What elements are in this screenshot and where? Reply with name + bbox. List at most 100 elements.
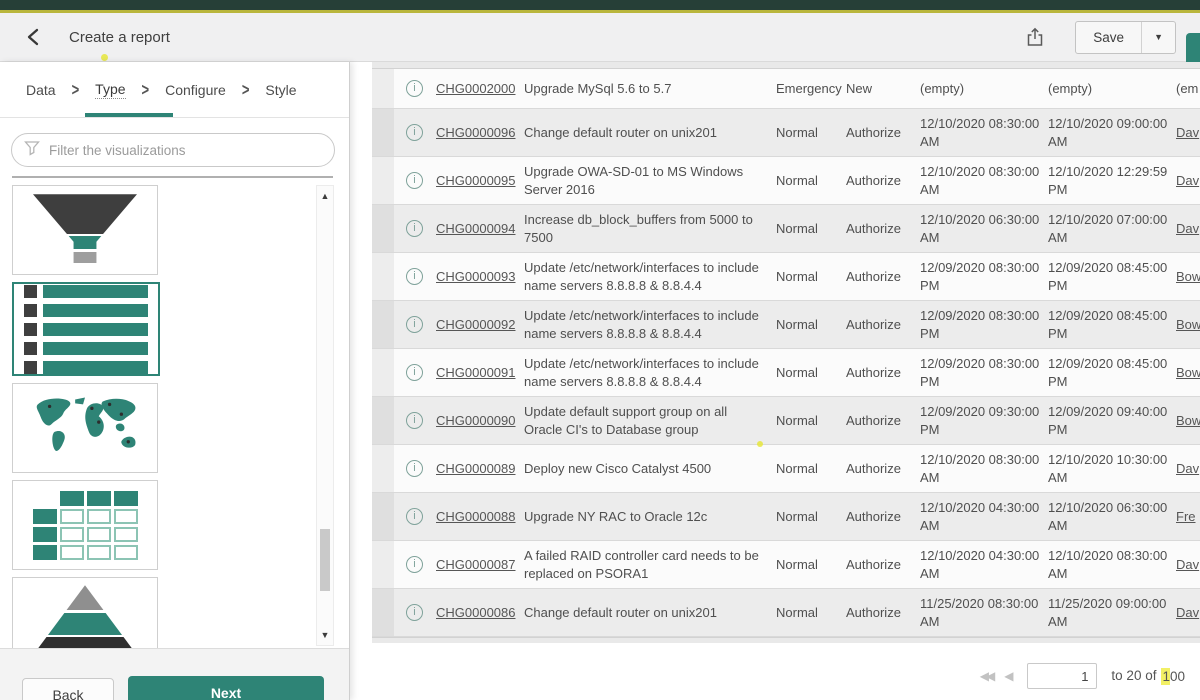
change-number-link[interactable]: CHG0000091 bbox=[436, 360, 524, 386]
change-number-link[interactable]: CHG0000094 bbox=[436, 216, 524, 242]
assigned-to-link[interactable]: Fre bbox=[1176, 504, 1200, 530]
first-page-icon[interactable]: ◀◀ bbox=[980, 669, 992, 683]
state-value: Authorize bbox=[846, 264, 920, 290]
info-icon[interactable]: i bbox=[406, 268, 423, 285]
prev-page-icon[interactable]: ◀ bbox=[1004, 669, 1013, 683]
step-type[interactable]: Type bbox=[95, 81, 125, 99]
short-description: Change default router on unix201 bbox=[524, 600, 776, 626]
change-number-link[interactable]: CHG0000090 bbox=[436, 408, 524, 434]
info-icon[interactable]: i bbox=[406, 508, 423, 525]
report-preview-area: iCHG0002000Upgrade MySql 5.6 to 5.7Emerg… bbox=[350, 62, 1200, 700]
sidebar-scrollbar[interactable]: ▲ ▼ bbox=[316, 185, 334, 646]
table-row: i CHG0000086Change default router on unix… bbox=[372, 589, 1200, 637]
info-cell: i bbox=[394, 124, 436, 141]
click-indicator bbox=[757, 441, 763, 447]
change-number-link[interactable]: CHG0000095 bbox=[436, 168, 524, 194]
info-cell: i bbox=[394, 460, 436, 477]
info-icon[interactable]: i bbox=[406, 556, 423, 573]
scrollbar-thumb[interactable] bbox=[320, 529, 330, 591]
assigned-to-link[interactable]: Dav bbox=[1176, 216, 1200, 242]
info-cell: i bbox=[394, 604, 436, 621]
assigned-to-link[interactable]: Dav bbox=[1176, 552, 1200, 578]
viz-card-pyramid[interactable] bbox=[12, 577, 158, 648]
filter-input[interactable] bbox=[49, 143, 322, 158]
assigned-to-link[interactable]: Dav bbox=[1176, 168, 1200, 194]
info-icon[interactable]: i bbox=[406, 316, 423, 333]
planned-end-date: 12/10/2020 09:00:00 AM bbox=[1048, 111, 1176, 154]
assigned-to-link[interactable]: Bow bbox=[1176, 264, 1200, 290]
change-number-link[interactable]: CHG0000092 bbox=[436, 312, 524, 338]
info-cell: i bbox=[394, 412, 436, 429]
row-left-gutter bbox=[372, 349, 394, 396]
info-cell: i bbox=[394, 508, 436, 525]
priority-value: Normal bbox=[776, 216, 846, 242]
sidebar-divider bbox=[12, 176, 333, 178]
table-row: iCHG0000093Update /etc/network/interface… bbox=[372, 253, 1200, 301]
info-cell: i bbox=[394, 220, 436, 237]
planned-start-date: (empty) bbox=[920, 76, 1048, 102]
planned-start-date: 12/09/2020 08:30:00 PM bbox=[920, 351, 1048, 394]
info-icon[interactable]: i bbox=[406, 412, 423, 429]
info-icon[interactable]: i bbox=[406, 460, 423, 477]
share-icon[interactable] bbox=[1025, 26, 1045, 48]
short-description: Update /etc/network/interfaces to includ… bbox=[524, 303, 776, 346]
assigned-to-link[interactable]: Bow bbox=[1176, 360, 1200, 386]
change-number-link[interactable]: CHG0000089 bbox=[436, 456, 524, 482]
change-number-link[interactable]: CHG0000093 bbox=[436, 264, 524, 290]
info-icon[interactable]: i bbox=[406, 364, 423, 381]
page-number-input[interactable] bbox=[1027, 663, 1097, 689]
planned-start-date: 12/10/2020 08:30:00 AM bbox=[920, 159, 1048, 202]
state-value: Authorize bbox=[846, 600, 920, 626]
change-number-link[interactable]: CHG0000096 bbox=[436, 120, 524, 146]
step-configure[interactable]: Configure bbox=[165, 82, 226, 98]
table-bottom-sliver bbox=[372, 637, 1200, 643]
viz-card-list[interactable] bbox=[12, 282, 160, 376]
short-description: Deploy new Cisco Catalyst 4500 bbox=[524, 456, 776, 482]
list-chart-icon bbox=[24, 285, 148, 374]
assigned-to-link[interactable]: Bow bbox=[1176, 408, 1200, 434]
scroll-up-arrow-icon[interactable]: ▲ bbox=[317, 191, 333, 201]
planned-start-date: 12/10/2020 06:30:00 AM bbox=[920, 207, 1048, 250]
planned-end-date: 12/10/2020 06:30:00 AM bbox=[1048, 495, 1176, 538]
page-title: Create a report bbox=[69, 29, 170, 46]
info-icon[interactable]: i bbox=[406, 124, 423, 141]
row-left-gutter bbox=[372, 109, 394, 156]
priority-value: Normal bbox=[776, 168, 846, 194]
assigned-to-link[interactable]: Dav bbox=[1176, 120, 1200, 146]
change-number-link[interactable]: CHG0000087 bbox=[436, 552, 524, 578]
save-dropdown-caret[interactable]: ▼ bbox=[1141, 22, 1175, 53]
save-button[interactable]: Save bbox=[1076, 22, 1141, 53]
state-value: Authorize bbox=[846, 168, 920, 194]
change-number-link[interactable]: CHG0000088 bbox=[436, 504, 524, 530]
chevron-right-icon: > bbox=[242, 79, 250, 99]
info-icon[interactable]: i bbox=[406, 172, 423, 189]
row-left-gutter bbox=[372, 69, 394, 108]
total-count: 100 bbox=[1161, 668, 1187, 685]
info-icon[interactable]: i bbox=[406, 604, 423, 621]
pyramid-chart-icon bbox=[30, 585, 140, 648]
change-number-link[interactable]: CHG0000086 bbox=[436, 600, 524, 626]
viz-card-funnel[interactable] bbox=[12, 185, 158, 275]
assigned-to-link[interactable]: Dav bbox=[1176, 456, 1200, 482]
scroll-down-arrow-icon[interactable]: ▼ bbox=[317, 630, 333, 640]
info-icon[interactable]: i bbox=[406, 220, 423, 237]
back-button[interactable]: Back bbox=[22, 678, 114, 700]
assigned-to-link[interactable]: Bow bbox=[1176, 312, 1200, 338]
state-value: Authorize bbox=[846, 216, 920, 242]
state-value: Authorize bbox=[846, 552, 920, 578]
assigned-to-link[interactable]: Dav bbox=[1176, 600, 1200, 626]
priority-value: Normal bbox=[776, 504, 846, 530]
change-number-link[interactable]: CHG0002000 bbox=[436, 76, 524, 102]
viz-card-heatmap[interactable] bbox=[12, 480, 158, 570]
info-icon[interactable]: i bbox=[406, 80, 423, 97]
change-table-rows: iCHG0002000Upgrade MySql 5.6 to 5.7Emerg… bbox=[372, 69, 1200, 637]
row-left-gutter bbox=[372, 445, 394, 492]
step-data[interactable]: Data bbox=[26, 82, 56, 98]
planned-end-date: 12/10/2020 08:30:00 AM bbox=[1048, 543, 1176, 586]
back-chevron-icon[interactable] bbox=[24, 27, 42, 47]
step-style[interactable]: Style bbox=[265, 82, 296, 98]
priority-value: Normal bbox=[776, 360, 846, 386]
viz-card-map[interactable] bbox=[12, 383, 158, 473]
world-map-icon bbox=[26, 392, 144, 464]
next-button[interactable]: Next bbox=[128, 676, 324, 700]
